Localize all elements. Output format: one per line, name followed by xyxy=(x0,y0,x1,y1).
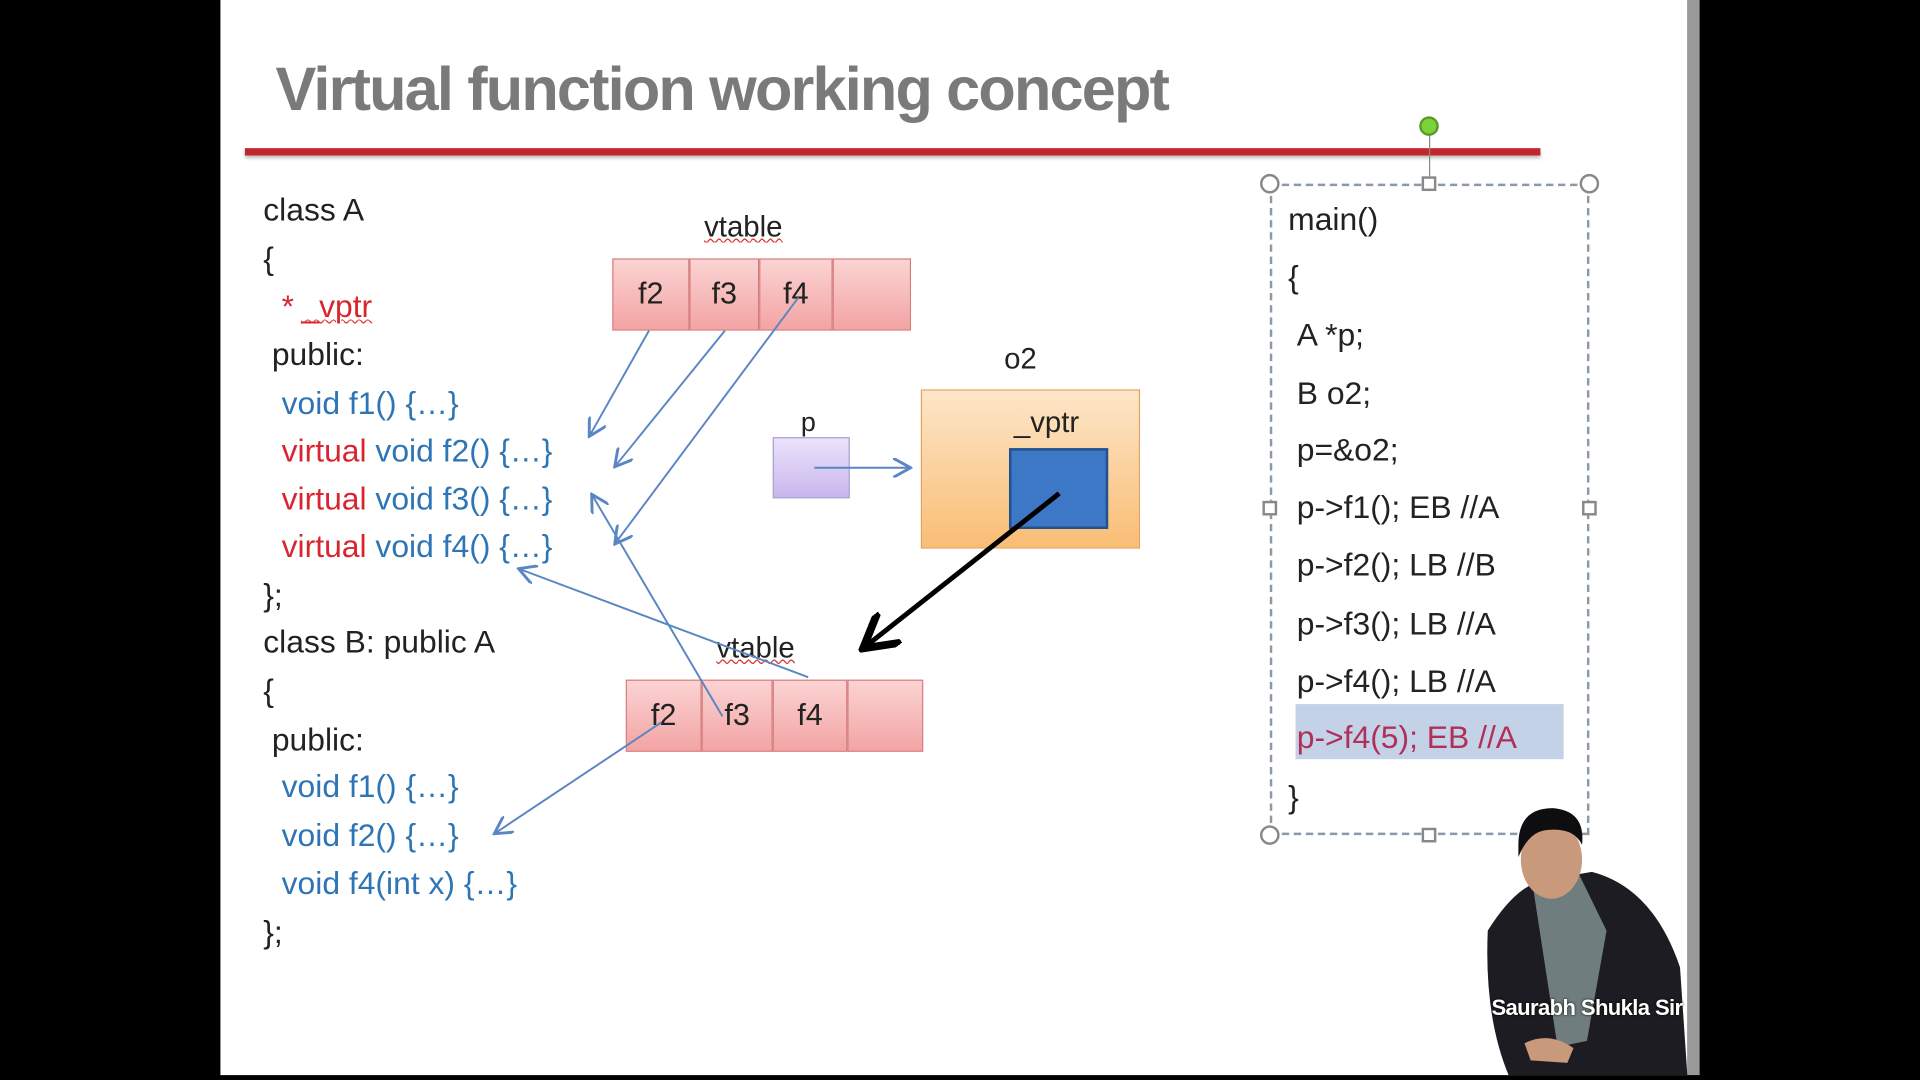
presenter-caption: Saurabh Shukla Sir xyxy=(1491,995,1683,1021)
presenter-image xyxy=(1487,808,1688,1076)
video-frame: Virtual function working concept class A… xyxy=(0,0,1920,1080)
